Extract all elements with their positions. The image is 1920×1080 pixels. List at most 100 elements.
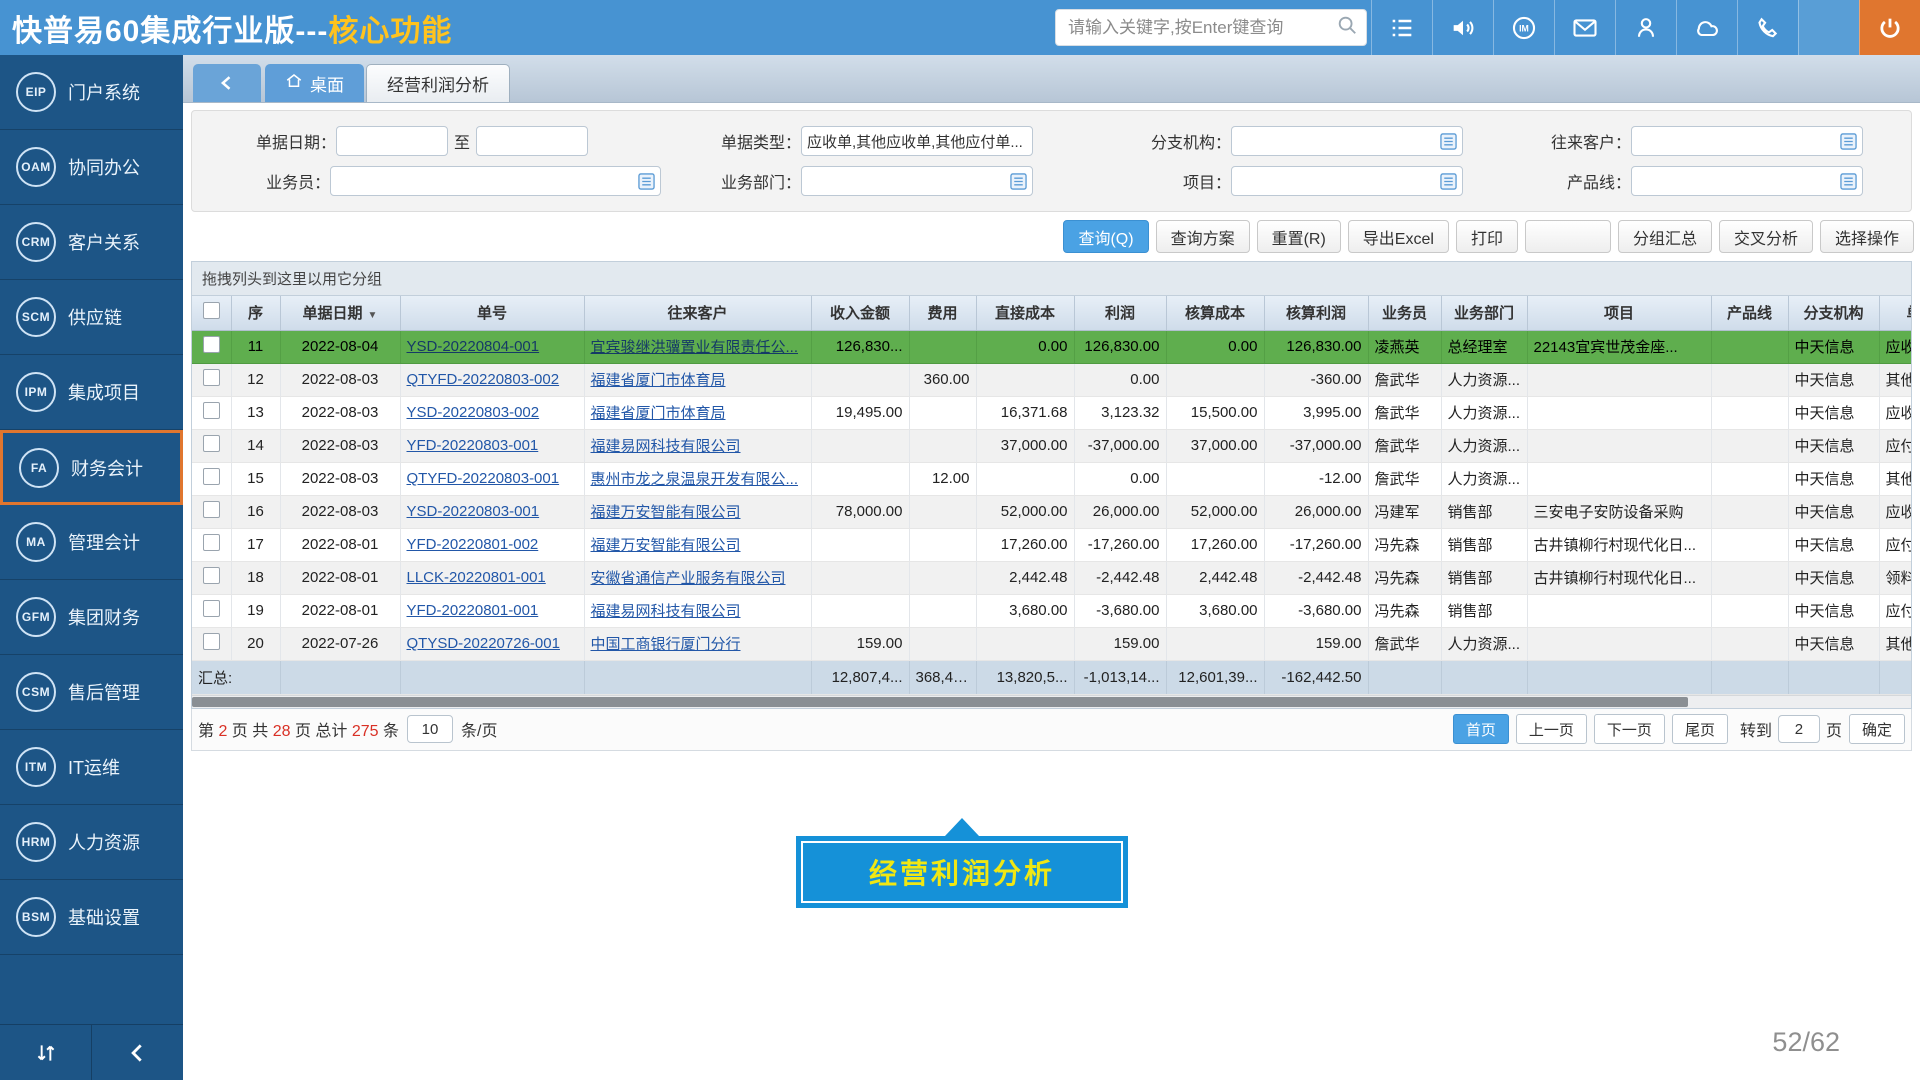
- column-header-docno[interactable]: 单号: [400, 296, 584, 330]
- collapse-left-icon[interactable]: [91, 1025, 183, 1080]
- docno-link[interactable]: QTYFD-20220803-002: [407, 371, 560, 388]
- sidebar-item-eip[interactable]: EIP门户系统: [0, 55, 183, 130]
- tab-profit-analysis[interactable]: 经营利润分析: [366, 64, 510, 102]
- column-header-product-line[interactable]: 产品线: [1711, 296, 1788, 330]
- blank-button[interactable]: [1525, 220, 1611, 253]
- customer-link[interactable]: 福建易网科技有限公司: [591, 603, 741, 620]
- scrollbar-thumb[interactable]: [192, 697, 1688, 707]
- search-icon[interactable]: [1336, 14, 1358, 41]
- sidebar-item-bsm[interactable]: BSM基础设置: [0, 880, 183, 955]
- last-page-button[interactable]: 尾页: [1672, 714, 1728, 744]
- table-row[interactable]: 122022-08-03QTYFD-20220803-002福建省厦门市体育局3…: [192, 363, 1911, 396]
- row-checkbox[interactable]: [203, 633, 220, 650]
- row-checkbox[interactable]: [203, 600, 220, 617]
- row-checkbox[interactable]: [203, 402, 220, 419]
- column-header-customer[interactable]: 往来客户: [584, 296, 811, 330]
- column-header-calc-profit[interactable]: 核算利润: [1264, 296, 1368, 330]
- filter-input-project[interactable]: [1231, 166, 1463, 196]
- power-icon[interactable]: [1859, 0, 1920, 55]
- column-header-date[interactable]: 单据日期▼: [280, 296, 400, 330]
- customer-link[interactable]: 福建万安智能有限公司: [591, 537, 741, 554]
- column-header-doc-type[interactable]: 单: [1879, 296, 1911, 330]
- row-checkbox[interactable]: [203, 336, 220, 353]
- sidebar-item-ma[interactable]: MA管理会计: [0, 505, 183, 580]
- filter-input-doc-date-to[interactable]: [476, 126, 588, 156]
- table-row[interactable]: 162022-08-03YSD-20220803-001福建万安智能有限公司78…: [192, 495, 1911, 528]
- row-checkbox[interactable]: [203, 369, 220, 386]
- sidebar-item-gfm[interactable]: GFM集团财务: [0, 580, 183, 655]
- filter-input-product-line[interactable]: [1631, 166, 1863, 196]
- docno-link[interactable]: QTYFD-20220803-001: [407, 470, 560, 487]
- column-header-income[interactable]: 收入金额: [811, 296, 909, 330]
- cross-analysis-button[interactable]: 交叉分析: [1719, 220, 1813, 253]
- group-summary-button[interactable]: 分组汇总: [1618, 220, 1712, 253]
- cloud-icon[interactable]: [1676, 0, 1737, 55]
- global-search[interactable]: [1055, 9, 1367, 46]
- mail-icon[interactable]: [1554, 0, 1615, 55]
- filter-input-sales-dept[interactable]: [801, 166, 1033, 196]
- docno-link[interactable]: YFD-20220803-001: [407, 437, 539, 454]
- sidebar-item-scm[interactable]: SCM供应链: [0, 280, 183, 355]
- row-checkbox[interactable]: [203, 468, 220, 485]
- column-header-profit[interactable]: 利润: [1074, 296, 1166, 330]
- tab-desktop[interactable]: 桌面: [265, 64, 364, 102]
- blank-icon[interactable]: [1798, 0, 1859, 55]
- table-row[interactable]: 132022-08-03YSD-20220803-002福建省厦门市体育局19,…: [192, 396, 1911, 429]
- tab-back-button[interactable]: [193, 64, 261, 102]
- table-row[interactable]: 192022-08-01YFD-20220801-001福建易网科技有限公司3,…: [192, 594, 1911, 627]
- goto-page-input[interactable]: 2: [1778, 715, 1820, 743]
- sidebar-item-ipm[interactable]: IPM集成项目: [0, 355, 183, 430]
- customer-link[interactable]: 中国工商银行厦门分行: [591, 636, 741, 653]
- volume-icon[interactable]: [1432, 0, 1493, 55]
- query-button[interactable]: 查询(Q): [1063, 220, 1148, 253]
- table-row[interactable]: 172022-08-01YFD-20220801-002福建万安智能有限公司17…: [192, 528, 1911, 561]
- table-row[interactable]: 112022-08-04YSD-20220804-001宜宾骏继洪骥置业有限责任…: [192, 330, 1911, 363]
- sidebar-item-fa[interactable]: FA财务会计: [0, 430, 183, 505]
- confirm-button[interactable]: 确定: [1849, 714, 1905, 744]
- customer-link[interactable]: 惠州市龙之泉温泉开发有限公...: [591, 471, 799, 488]
- sidebar-item-hrm[interactable]: HRM人力资源: [0, 805, 183, 880]
- im-icon[interactable]: IM: [1493, 0, 1554, 55]
- filter-input-doc-type[interactable]: 应收单,其他应收单,其他应付单...: [801, 126, 1033, 156]
- docno-link[interactable]: YSD-20220803-002: [407, 404, 540, 421]
- customer-link[interactable]: 宜宾骏继洪骥置业有限责任公...: [591, 339, 799, 356]
- filter-input-doc-date-from[interactable]: [336, 126, 448, 156]
- user-icon[interactable]: [1615, 0, 1676, 55]
- sidebar-item-crm[interactable]: CRM客户关系: [0, 205, 183, 280]
- row-checkbox[interactable]: [203, 501, 220, 518]
- select-all-checkbox[interactable]: [203, 302, 220, 319]
- customer-link[interactable]: 安徽省通信产业服务有限公司: [591, 570, 786, 587]
- filter-input-branch[interactable]: [1231, 126, 1463, 156]
- row-checkbox[interactable]: [203, 534, 220, 551]
- docno-link[interactable]: YSD-20220803-001: [407, 503, 540, 520]
- select-operation-button[interactable]: 选择操作: [1820, 220, 1914, 253]
- swap-arrows-icon[interactable]: [0, 1025, 91, 1080]
- query-plan-button[interactable]: 查询方案: [1156, 220, 1250, 253]
- docno-link[interactable]: YFD-20220801-001: [407, 602, 539, 619]
- column-header-project[interactable]: 项目: [1527, 296, 1711, 330]
- column-header-expense[interactable]: 费用: [909, 296, 976, 330]
- first-page-button[interactable]: 首页: [1453, 714, 1509, 744]
- reset-button[interactable]: 重置(R): [1257, 220, 1341, 253]
- row-checkbox[interactable]: [203, 435, 220, 452]
- docno-link[interactable]: QTYSD-20220726-001: [407, 635, 560, 652]
- filter-input-salesman[interactable]: [330, 166, 661, 196]
- page-size-input[interactable]: 10: [407, 715, 453, 743]
- customer-link[interactable]: 福建易网科技有限公司: [591, 438, 741, 455]
- next-page-button[interactable]: 下一页: [1594, 714, 1665, 744]
- column-header-branch[interactable]: 分支机构: [1788, 296, 1879, 330]
- customer-link[interactable]: 福建省厦门市体育局: [591, 372, 726, 389]
- docno-link[interactable]: YSD-20220804-001: [407, 338, 540, 355]
- column-header-dept[interactable]: 业务部门: [1441, 296, 1527, 330]
- menu-list-icon[interactable]: [1371, 0, 1432, 55]
- search-input[interactable]: [1068, 18, 1336, 38]
- filter-input-customer[interactable]: [1631, 126, 1863, 156]
- horizontal-scrollbar[interactable]: [192, 695, 1911, 708]
- column-header-salesman[interactable]: 业务员: [1368, 296, 1441, 330]
- column-header-calc-cost[interactable]: 核算成本: [1166, 296, 1264, 330]
- docno-link[interactable]: LLCK-20220801-001: [407, 569, 546, 586]
- print-button[interactable]: 打印: [1456, 220, 1518, 253]
- table-row[interactable]: 202022-07-26QTYSD-20220726-001中国工商银行厦门分行…: [192, 627, 1911, 660]
- row-checkbox[interactable]: [203, 567, 220, 584]
- sidebar-item-csm[interactable]: CSM售后管理: [0, 655, 183, 730]
